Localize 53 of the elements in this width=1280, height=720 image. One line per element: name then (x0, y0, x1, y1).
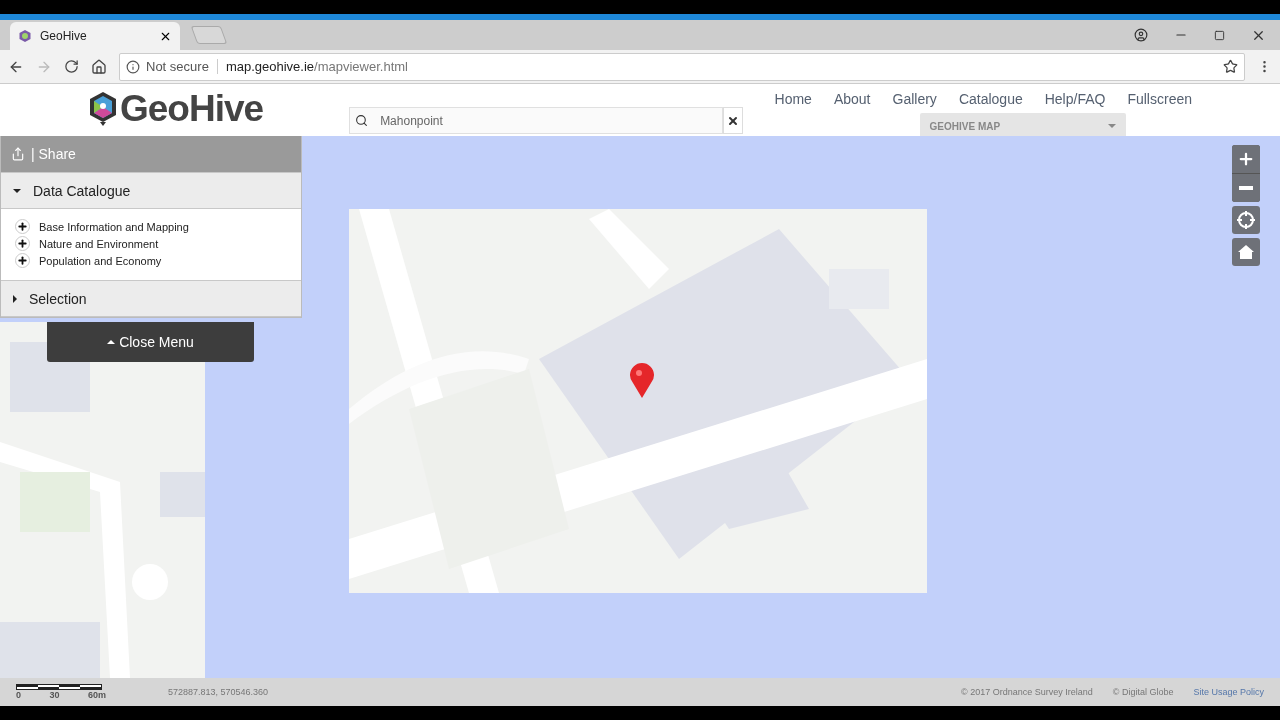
site-logo-icon (18, 29, 32, 43)
locate-button[interactable] (1232, 206, 1260, 234)
coordinates-text: 572887.813, 570546.360 (168, 687, 269, 697)
credit-text: © Digital Globe (1112, 687, 1174, 697)
map-marker-icon[interactable] (629, 363, 655, 399)
logo-text: GeoHive (120, 88, 264, 130)
browser-tab[interactable]: GeoHive (10, 22, 180, 50)
restore-icon[interactable] (1214, 29, 1225, 41)
house-icon (1237, 243, 1255, 261)
bookmark-star-icon[interactable] (1223, 59, 1238, 74)
section-header[interactable]: Data Catalogue (1, 172, 301, 209)
section-title: Data Catalogue (33, 182, 131, 199)
security-label: Not secure (146, 59, 218, 74)
zoom-in-button[interactable] (1232, 145, 1260, 173)
plus-icon (17, 221, 28, 232)
close-icon (727, 114, 740, 127)
reload-icon[interactable] (64, 59, 79, 74)
home-button[interactable] (1232, 238, 1260, 266)
catalogue-item[interactable]: Nature and Environment (39, 237, 159, 250)
share-icon (11, 147, 25, 161)
plus-icon (17, 238, 28, 249)
expand-icon[interactable] (15, 236, 30, 251)
home-icon[interactable] (91, 58, 107, 75)
nav-link[interactable]: Help/FAQ (1044, 91, 1106, 107)
clear-button[interactable] (723, 107, 744, 134)
expand-icon[interactable] (15, 219, 30, 234)
section-title: Selection (29, 290, 87, 307)
zoom-out-button[interactable] (1232, 174, 1260, 202)
crosshair-icon (1236, 210, 1256, 230)
nav-link[interactable]: Catalogue (958, 91, 1023, 107)
nav-link[interactable]: Home (774, 91, 812, 107)
nav-link[interactable]: Gallery (892, 91, 937, 107)
expand-icon[interactable] (15, 253, 30, 268)
hexagon-logo-icon (88, 91, 118, 127)
profile-icon[interactable] (1134, 28, 1148, 42)
section-header[interactable]: Selection (1, 280, 301, 317)
catalogue-item[interactable]: Base Information and Mapping (39, 220, 189, 233)
url-text: map.geohive.ie/mapviewer.html (224, 59, 408, 74)
tab-title: GeoHive (40, 29, 88, 43)
catalogue-item[interactable]: Population and Economy (39, 254, 162, 267)
minus-icon (1239, 186, 1253, 190)
scale-label: 30 (49, 690, 60, 700)
scale-label: 60m (87, 690, 106, 700)
close-menu-button[interactable]: Close Menu (47, 322, 254, 362)
scale-label: 0 (16, 690, 21, 700)
nav-link[interactable]: Fullscreen (1127, 91, 1192, 107)
share-label: | Share (31, 146, 76, 162)
plus-icon (17, 255, 28, 266)
address-bar[interactable]: Not secure map.geohive.ie/mapviewer.html (119, 52, 1245, 81)
nav-link[interactable]: About (833, 91, 871, 107)
credit-text: © 2017 Ordnance Survey Ireland (961, 687, 1093, 697)
info-icon (126, 59, 140, 74)
plus-icon (1237, 150, 1255, 168)
